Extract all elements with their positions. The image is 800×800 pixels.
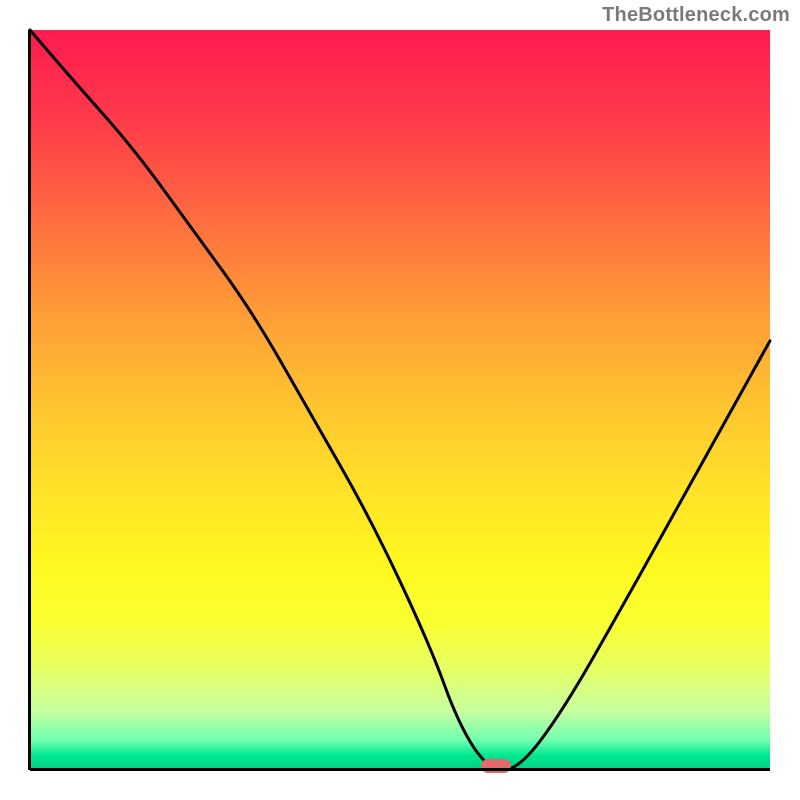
x-axis bbox=[30, 768, 770, 771]
curve-layer bbox=[30, 30, 770, 770]
y-axis bbox=[28, 30, 31, 770]
chart-container: TheBottleneck.com bbox=[0, 0, 800, 800]
watermark-text: TheBottleneck.com bbox=[602, 4, 790, 27]
bottleneck-curve bbox=[30, 30, 770, 770]
